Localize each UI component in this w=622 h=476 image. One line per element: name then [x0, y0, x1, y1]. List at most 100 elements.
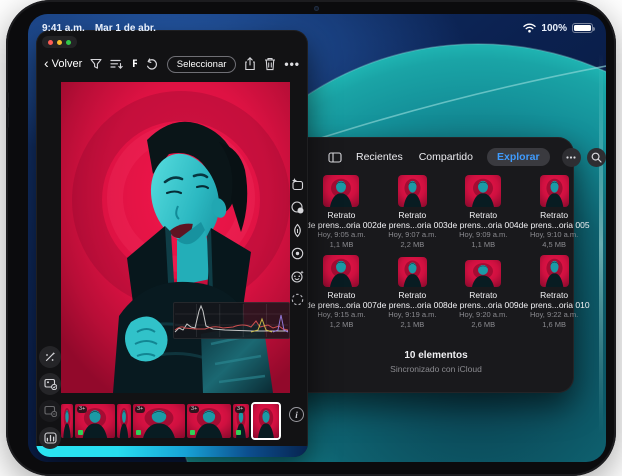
file-name-line2: de prens...oria 007: [306, 300, 377, 310]
file-size: 1,1 MB: [330, 240, 354, 250]
back-button[interactable]: ‹ Volver: [44, 58, 82, 70]
filmstrip-thumbnail[interactable]: 3+: [233, 404, 249, 438]
sidebar-icon[interactable]: [328, 148, 342, 167]
filmstrip[interactable]: 3+ 3+ 3+: [61, 401, 290, 441]
histogram-toggle-button[interactable]: [39, 427, 61, 449]
date: Mar 1 de abr.: [95, 23, 156, 34]
file-time: Hoy, 9:07 a.m.: [388, 230, 436, 240]
close-window-dot[interactable]: [48, 40, 53, 45]
file-name-line2: de prens...oria 002: [306, 220, 377, 230]
volume-up-button: [6, 92, 9, 108]
file-name-line2: de prens...oria 009: [448, 300, 519, 310]
more-ellipsis-icon[interactable]: [562, 148, 581, 167]
window-controls[interactable]: [42, 36, 77, 48]
file-thumbnail: [398, 257, 427, 287]
canvas-tools-rail: [39, 346, 61, 449]
file-thumbnail: [540, 175, 569, 207]
file-thumbnail: [323, 255, 359, 287]
file-thumbnail: [540, 255, 569, 287]
sort-icon[interactable]: [110, 58, 124, 70]
file-name-line1: Retrato: [398, 290, 426, 300]
file-name-line1: Retrato: [398, 210, 426, 220]
file-item[interactable]: Retrato de prens...oria 008 Hoy, 9:19 a.…: [377, 255, 448, 329]
file-item[interactable]: Retrato de prens...oria 003 Hoy, 9:07 a.…: [377, 175, 448, 249]
file-size: 2,2 MB: [400, 240, 424, 250]
lasso-select-icon[interactable]: [289, 291, 305, 307]
file-item[interactable]: Retrato de prens...oria 005 Hoy, 9:10 a.…: [519, 175, 590, 249]
tab-explorar[interactable]: Explorar: [487, 148, 550, 166]
file-item[interactable]: Retrato de prens...oria 004 Hoy, 9:09 a.…: [448, 175, 519, 249]
histogram-chart: [173, 302, 290, 339]
filmstrip-thumbnail[interactable]: 3+: [75, 404, 115, 438]
file-time: Hoy, 9:09 a.m.: [459, 230, 507, 240]
clock: 9:41 a.m.: [42, 23, 85, 34]
file-time: Hoy, 9:10 a.m.: [530, 230, 578, 240]
zoom-window-dot[interactable]: [66, 40, 71, 45]
file-name-line2: de prens...oria 010: [519, 300, 590, 310]
auto-enhance-icon[interactable]: [289, 176, 305, 192]
item-count: 10 elementos: [306, 350, 566, 361]
photo-canvas[interactable]: [61, 82, 290, 393]
filmstrip-thumbnail[interactable]: 3+: [133, 404, 185, 438]
revert-photo-button[interactable]: [39, 400, 61, 422]
auto-ml-adjust-button[interactable]: [39, 346, 61, 368]
trash-icon[interactable]: [264, 57, 276, 71]
wifi-icon: [523, 23, 536, 33]
file-name-line2: de prens...oria 005: [519, 220, 590, 230]
editor-toolbar: ‹ Volver Retrato d...: [36, 50, 308, 78]
file-size: 1,2 MB: [330, 320, 354, 330]
file-name-line2: de prens...oria 008: [377, 300, 448, 310]
export-photo-button[interactable]: [39, 373, 61, 395]
volume-down-button: [6, 112, 9, 128]
file-thumbnail: [465, 260, 501, 287]
info-button[interactable]: i: [289, 407, 304, 422]
histogram-panel: [173, 302, 290, 339]
file-size: 2,1 MB: [400, 320, 424, 330]
color-adjust-icon[interactable]: [289, 199, 305, 215]
filmstrip-thumbnail[interactable]: [251, 402, 281, 440]
pen-curves-icon[interactable]: [289, 222, 305, 238]
tab-recientes[interactable]: Recientes: [354, 148, 405, 166]
filter-funnel-icon[interactable]: [90, 58, 102, 70]
filmstrip-thumbnail[interactable]: [117, 404, 131, 438]
edited-indicator: [190, 430, 195, 435]
minimize-window-dot[interactable]: [57, 40, 62, 45]
file-time: Hoy, 9:20 a.m.: [459, 310, 507, 320]
file-item[interactable]: Retrato de prens...oria 009 Hoy, 9:20 a.…: [448, 255, 519, 329]
edit-count-badge: 3+: [235, 406, 245, 413]
search-icon[interactable]: [587, 148, 606, 167]
file-item[interactable]: Retrato de prens...oria 002 Hoy, 9:05 a.…: [306, 175, 377, 249]
file-name-line1: Retrato: [469, 210, 497, 220]
browser-window: Recientes Compartido Explorar: [278, 137, 574, 393]
status-bar: 9:41 a.m. Mar 1 de abr. 100%: [42, 21, 593, 35]
file-size: 1,1 MB: [471, 240, 495, 250]
undo-icon[interactable]: [145, 58, 159, 71]
battery-percent: 100%: [541, 23, 567, 34]
file-thumbnail: [465, 175, 501, 207]
file-time: Hoy, 9:05 a.m.: [317, 230, 365, 240]
share-icon[interactable]: [244, 57, 256, 71]
edited-indicator: [78, 430, 83, 435]
filmstrip-thumbnail[interactable]: 3+: [187, 404, 231, 438]
edit-tools-rail: [289, 176, 305, 307]
tab-compartido[interactable]: Compartido: [417, 148, 475, 166]
file-name-line1: Retrato: [540, 290, 568, 300]
back-label: Volver: [52, 58, 83, 70]
file-time: Hoy, 9:15 a.m.: [317, 310, 365, 320]
clone-icon[interactable]: [289, 245, 305, 261]
battery-icon: [572, 23, 593, 33]
select-button[interactable]: Seleccionar: [167, 56, 237, 73]
file-item[interactable]: Retrato de prens...oria 007 Hoy, 9:15 a.…: [306, 255, 377, 329]
portrait-photo: [61, 82, 290, 393]
edited-indicator: [236, 430, 241, 435]
file-name-line1: Retrato: [328, 290, 356, 300]
browser-footer: 10 elementos Sincronizado con iCloud: [306, 350, 566, 374]
filmstrip-thumbnail[interactable]: [61, 404, 73, 438]
more-options-button[interactable]: •••: [284, 57, 300, 71]
file-name-line1: Retrato: [540, 210, 568, 220]
file-item[interactable]: Retrato de prens...oria 010 Hoy, 9:22 a.…: [519, 255, 590, 329]
bottom-glow-strip: [36, 446, 308, 457]
file-size: 2,6 MB: [471, 320, 495, 330]
edit-count-badge: 3+: [189, 406, 199, 413]
retouch-face-icon[interactable]: [289, 268, 305, 284]
